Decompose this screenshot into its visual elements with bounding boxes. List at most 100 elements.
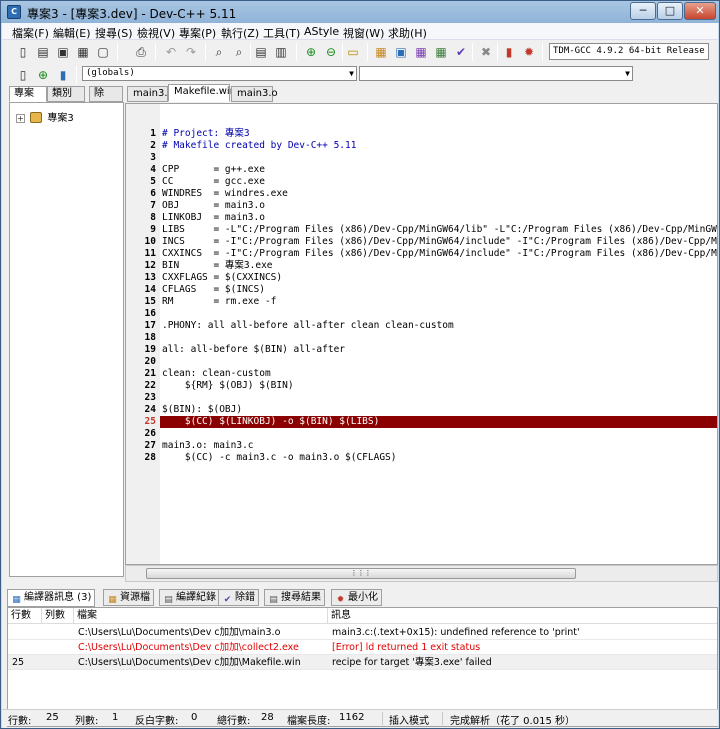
status-mode: 插入模式 (389, 716, 429, 727)
menu-astyle[interactable]: AStyle (304, 25, 339, 38)
line-number: 15 (144, 296, 156, 307)
find-icon[interactable]: ⌕ (210, 43, 228, 61)
code-area[interactable]: # Project: 專案3 # Makefile created by Dev-… (160, 104, 717, 564)
menu-execute[interactable]: 執行(Z) (221, 25, 259, 41)
close-file-icon[interactable]: ▢ (94, 43, 112, 61)
print-icon[interactable]: ⎙ (132, 43, 150, 61)
tab-debug-panel[interactable]: ✔ 除錯 (218, 589, 259, 606)
tab-main3-o[interactable]: main3.o (231, 86, 278, 102)
profile-icon[interactable]: ▮ (500, 43, 518, 61)
code-line: LIBS = -L"C:/Program Files (x86)/Dev-Cpp… (162, 224, 717, 235)
tab-compile-log[interactable]: ▤ 編譯紀錄 (159, 589, 220, 606)
minimize-button[interactable]: ─ (630, 2, 656, 20)
new-class-icon[interactable]: ▯ (14, 66, 32, 84)
tab-search-results[interactable]: ▤ 搜尋結果 (264, 589, 325, 606)
line-number: 1 (150, 128, 156, 139)
message-row[interactable]: C:\Users\Lu\Documents\Dev c加加\collect2.e… (8, 640, 717, 655)
app-icon: C (7, 5, 21, 19)
goto-declaration-icon[interactable]: ▮ (54, 66, 72, 84)
line-number: 28 (144, 452, 156, 463)
maximize-button[interactable]: □ (657, 2, 683, 20)
tab-compiler-messages[interactable]: ▦ 編譯器訊息 (3) (7, 589, 96, 607)
menu-edit[interactable]: 編輯(E) (53, 25, 91, 41)
scrollbar-thumb[interactable]: ⋮⋮⋮ (146, 568, 576, 579)
code-line: main3.o: main3.c (162, 440, 254, 451)
line-number: 23 (144, 392, 156, 403)
code-line: CC = gcc.exe (162, 176, 265, 187)
line-number: 25 (144, 416, 156, 427)
menu-search[interactable]: 搜尋(S) (95, 25, 133, 41)
message-row[interactable]: C:\Users\Lu\Documents\Dev c加加\main3.o mai… (8, 625, 717, 640)
check-syntax-icon[interactable]: ✔ (452, 43, 470, 61)
open-icon[interactable]: ▤ (34, 43, 52, 61)
code-line: INCS = -I"C:/Program Files (x86)/Dev-Cpp… (162, 236, 717, 247)
toolbar-separator (76, 66, 77, 84)
tab-label: 編譯器訊息 (3) (24, 592, 92, 603)
debug-run-icon[interactable]: ✹ (520, 43, 538, 61)
replace-icon[interactable]: ⌕ (230, 43, 248, 61)
menu-help[interactable]: 求助(H) (388, 25, 427, 41)
code-editor[interactable]: 1 2 3 4 5 6 7 8 9 10 11 12 13 14 15 16 17 18 19 20 21 22 23 24 2… (125, 103, 718, 565)
menu-view[interactable]: 檢視(V) (137, 25, 175, 41)
status-separator (382, 712, 383, 725)
column-header-col[interactable]: 列數 (42, 608, 74, 624)
compile-icon[interactable]: ▦ (372, 43, 390, 61)
line-number: 24 (144, 404, 156, 415)
menu-file[interactable]: 檔案(F) (12, 25, 49, 41)
bookmark-icon[interactable]: ▥ (272, 43, 290, 61)
stop-icon[interactable]: ✖ (477, 43, 495, 61)
tab-makefile-win[interactable]: Makefile.win (168, 84, 236, 102)
menu-tools[interactable]: 工具(T) (263, 25, 300, 41)
tab-main3-c[interactable]: main3.c (127, 86, 173, 102)
line-number: 3 (150, 152, 156, 163)
compiler-select[interactable]: TDM-GCC 4.9.2 64-bit Release (549, 43, 709, 60)
message-msg: [Error] ld returned 1 exit status (332, 642, 481, 653)
message-file: C:\Users\Lu\Documents\Dev c加加\main3.o (78, 627, 281, 638)
toolbar-separator (497, 43, 498, 61)
title-bar[interactable]: C 專案3 - [專案3.dev] - Dev-C++ 5.11 ─ □ ✕ (1, 1, 719, 23)
tab-resources[interactable]: ▦ 資源檔 (103, 589, 154, 606)
code-line: clean: clean-custom (162, 368, 271, 379)
project-options-icon[interactable]: ▭ (344, 43, 362, 61)
scope-combo[interactable]: (globals) ▼ (82, 66, 357, 81)
goto-line-icon[interactable]: ▤ (252, 43, 270, 61)
add-to-project-icon[interactable]: ⊕ (302, 43, 320, 61)
tab-minimize[interactable]: ✹ 最小化 (331, 589, 382, 606)
code-line: ${RM} $(OBJ) $(BIN) (162, 380, 294, 391)
compile-run-icon[interactable]: ▦ (412, 43, 430, 61)
tree-item-project[interactable]: + 專案3 (16, 109, 74, 124)
new-file-icon[interactable]: ▯ (14, 43, 32, 61)
close-button[interactable]: ✕ (684, 2, 716, 20)
column-header-file[interactable]: 檔案 (74, 608, 328, 624)
redo-icon[interactable]: ↷ (182, 43, 200, 61)
message-msg: recipe for target '專案3.exe' failed (332, 657, 492, 668)
save-icon[interactable]: ▣ (54, 43, 72, 61)
line-number: 2 (150, 140, 156, 151)
insert-icon[interactable]: ⊕ (34, 66, 52, 84)
tab-label: 搜尋結果 (281, 592, 321, 603)
status-len: 1162 (339, 712, 365, 723)
tree-expander[interactable]: + (16, 114, 25, 123)
status-separator (442, 712, 443, 725)
member-combo[interactable]: ▼ (359, 66, 633, 81)
message-row[interactable]: 25 C:\Users\Lu\Documents\Dev c加加\Makefile… (8, 655, 717, 670)
undo-icon[interactable]: ↶ (162, 43, 180, 61)
code-line: $(CC) -c main3.c -o main3.o $(CFLAGS) (162, 452, 397, 463)
remove-from-project-icon[interactable]: ⊖ (322, 43, 340, 61)
window-title: 專案3 - [專案3.dev] - Dev-C++ 5.11 (27, 7, 237, 21)
tab-project[interactable]: 專案 (9, 86, 47, 102)
save-all-icon[interactable]: ▦ (74, 43, 92, 61)
horizontal-scrollbar[interactable]: ⋮⋮⋮ (125, 565, 718, 582)
column-header-line[interactable]: 行數 (8, 608, 42, 624)
message-msg: main3.c:(.text+0x15): undefined referenc… (332, 627, 580, 638)
tab-classes[interactable]: 類別 (47, 86, 85, 102)
line-number: 11 (144, 248, 156, 259)
status-line: 25 (46, 712, 59, 723)
menu-window[interactable]: 視窗(W) (343, 25, 384, 41)
toolbar-separator (542, 43, 543, 61)
column-header-message[interactable]: 訊息 (328, 608, 717, 624)
run-icon[interactable]: ▣ (392, 43, 410, 61)
menu-project[interactable]: 專案(P) (179, 25, 216, 41)
tab-debug[interactable]: 除 (89, 86, 123, 102)
rebuild-icon[interactable]: ▦ (432, 43, 450, 61)
